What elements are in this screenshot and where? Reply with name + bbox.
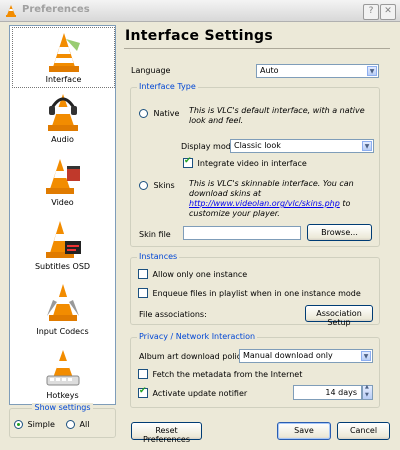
privacy-title: Privacy / Network Interaction [137,332,258,341]
language-label: Language [131,66,171,75]
show-settings-title: Show settings [32,403,93,412]
sidebar-item-hotkeys[interactable]: Hotkeys [12,342,113,404]
update-days-stepper[interactable]: ▲ ▼ [362,384,373,400]
sidebar-item-label: Video [51,198,74,207]
sidebar-item-label: Subtitles OSD [34,262,91,271]
vlc-cone-icon [6,5,16,17]
all-radio-option[interactable]: All [66,420,89,429]
chevron-down-icon[interactable]: ▼ [365,392,369,398]
skins-link[interactable]: http://www.videolan.org/vlc/skins.php [189,199,340,208]
integrate-video-checkbox[interactable] [183,156,193,168]
sidebar-item-input-codecs[interactable]: Input Codecs [12,278,113,340]
native-radio-option[interactable]: Native [139,109,179,118]
language-select[interactable]: Auto ▼ [256,64,379,78]
sidebar-item-label: Interface [45,75,82,84]
simple-radio[interactable] [14,420,23,429]
sidebar-item-interface[interactable]: Interface [12,27,115,88]
allow-one-instance-option[interactable]: Allow only one instance [138,269,247,279]
codecs-cone-icon [46,284,79,321]
category-sidebar: Interface Audio Video Subtitles OSD Inpu… [9,25,116,405]
display-mode-select[interactable]: Classic look ▼ [230,139,374,153]
chevron-down-icon: ▼ [362,141,372,151]
sidebar-item-label: Input Codecs [36,327,89,336]
interface-cone-icon [48,33,80,72]
sidebar-item-label: Audio [51,135,74,144]
title-bar[interactable]: Preferences ? ✕ [0,0,400,22]
fetch-metadata-option[interactable]: Fetch the metadata from the Internet [138,369,302,379]
interface-type-group: Interface Type Native This is VLC's defa… [130,82,380,247]
clapper-cone-icon [45,159,80,194]
browse-button[interactable]: Browse... [307,224,372,241]
window-title: Preferences [22,4,90,15]
instances-group: Instances Allow only one instance Enqueu… [130,252,380,327]
skins-description: This is VLC's skinnable interface. You c… [189,179,354,218]
keyboard-cone-icon [46,350,79,386]
simple-radio-option[interactable]: Simple [14,420,55,429]
help-button[interactable]: ? [363,4,379,20]
update-days-spinbox[interactable]: 14 days [293,385,362,400]
skins-radio[interactable] [139,181,148,190]
display-mode-label: Display mode [181,142,236,151]
subtitles-cone-icon [45,221,81,258]
close-button[interactable]: ✕ [380,4,396,20]
fetch-metadata-checkbox[interactable] [138,369,148,379]
sidebar-item-label: Hotkeys [46,391,79,400]
update-notifier-checkbox[interactable] [138,386,148,398]
allow-one-instance-checkbox[interactable] [138,269,148,279]
sidebar-item-subtitles-osd[interactable]: Subtitles OSD [12,215,113,275]
headphones-cone-icon [47,94,78,131]
save-button[interactable]: Save [277,422,331,440]
chevron-down-icon: ▼ [367,66,377,76]
sidebar-item-audio[interactable]: Audio [12,88,113,148]
reset-preferences-button[interactable]: Reset Preferences [131,422,202,444]
integrate-video-option[interactable]: Integrate video in interface [183,156,307,168]
enqueue-files-option[interactable]: Enqueue files in playlist when in one in… [138,288,361,298]
enqueue-files-checkbox[interactable] [138,288,148,298]
album-art-select[interactable]: Manual download only ▼ [239,349,373,363]
native-radio[interactable] [139,109,148,118]
association-setup-button[interactable]: Association Setup [305,305,373,327]
skin-file-label: Skin file [139,230,171,239]
file-associations-label: File associations: [139,310,207,319]
page-title: Interface Settings [125,28,273,44]
sidebar-item-video[interactable]: Video [12,151,113,211]
all-radio[interactable] [66,420,75,429]
update-notifier-option[interactable]: Activate update notifier [138,386,247,398]
title-divider [124,48,390,49]
skins-radio-option[interactable]: Skins [139,181,175,190]
chevron-up-icon[interactable]: ▲ [365,384,369,390]
instances-title: Instances [137,252,180,261]
album-art-label: Album art download policy [139,352,246,361]
skin-file-input[interactable] [183,226,301,240]
native-description: This is VLC's default interface, with a … [189,106,365,125]
interface-type-title: Interface Type [137,82,198,91]
privacy-group: Privacy / Network Interaction Album art … [130,332,380,408]
cancel-button[interactable]: Cancel [337,422,390,440]
chevron-down-icon: ▼ [361,351,371,361]
show-settings-group: Show settings Simple All [9,403,116,438]
